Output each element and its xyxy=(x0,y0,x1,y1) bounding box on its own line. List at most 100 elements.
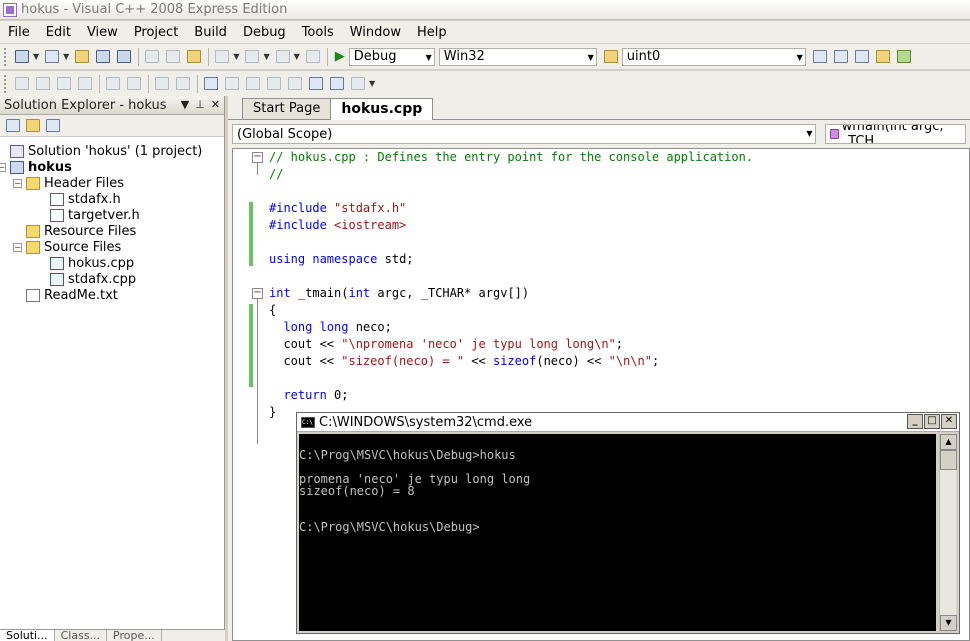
save-all-button[interactable] xyxy=(114,48,134,66)
pin-icon[interactable]: ⊥ xyxy=(195,98,205,111)
cut-button[interactable] xyxy=(142,48,162,66)
code-line[interactable]: int _tmain(int argc, _TCHAR* argv[]) xyxy=(269,285,753,302)
member-dropdown[interactable]: wmain(int argc, _TCH xyxy=(824,124,966,144)
scroll-thumb[interactable] xyxy=(940,450,957,470)
chevron-down-icon[interactable]: ▼ xyxy=(233,52,239,61)
next-bookmark-in-folder-button[interactable] xyxy=(285,75,305,93)
quick-info-button[interactable] xyxy=(54,75,74,93)
next-bookmark-in-doc-button[interactable] xyxy=(327,75,347,93)
code-line[interactable]: #include "stdafx.h" xyxy=(269,200,753,217)
uncomment-selection-button[interactable] xyxy=(173,75,193,93)
scroll-down-icon[interactable]: ▼ xyxy=(940,615,957,631)
collapse-icon[interactable]: − xyxy=(13,242,22,252)
tree-item[interactable]: hokus.cpp xyxy=(50,255,134,271)
chevron-down-icon[interactable]: ▼ xyxy=(263,52,269,61)
chevron-down-icon[interactable]: ▼ xyxy=(369,79,375,88)
find-combo[interactable]: uint0 ▼ xyxy=(621,47,806,66)
copy-button[interactable] xyxy=(163,48,183,66)
tab-start-page[interactable]: Start Page xyxy=(242,98,332,119)
add-item-button[interactable] xyxy=(42,48,62,66)
tree-item[interactable]: − Source Files xyxy=(13,239,121,255)
tree-item[interactable]: Solution 'hokus' (1 project) xyxy=(10,143,202,159)
find-in-files-button[interactable] xyxy=(601,48,621,66)
next-bookmark-button[interactable] xyxy=(243,75,263,93)
tree-item[interactable]: stdafx.cpp xyxy=(50,271,136,287)
tree-item[interactable]: ReadMe.txt xyxy=(26,287,118,303)
show-all-files-icon[interactable] xyxy=(26,119,40,132)
menu-project[interactable]: Project xyxy=(126,25,186,40)
code-line[interactable] xyxy=(269,370,753,387)
solution-explorer-button[interactable] xyxy=(810,48,830,66)
code-line[interactable]: return 0; xyxy=(269,387,753,404)
view-class-diagram-icon[interactable] xyxy=(46,119,60,132)
tree-item[interactable]: − hokus xyxy=(0,159,72,175)
console-scrollbar[interactable]: ▲ ▼ xyxy=(939,434,957,631)
console-title-bar[interactable]: C:\ C:\WINDOWS\system32\cmd.exe _ □ ✕ xyxy=(297,413,959,432)
tree-item[interactable]: targetver.h xyxy=(50,207,140,223)
redo-button[interactable] xyxy=(242,48,262,66)
solution-configuration-dropdown[interactable]: Debug ▼ xyxy=(348,47,435,66)
code-line[interactable] xyxy=(269,234,753,251)
window-position-icon[interactable]: ▼ xyxy=(181,98,189,111)
comment-selection-button[interactable] xyxy=(152,75,172,93)
scroll-up-icon[interactable]: ▲ xyxy=(940,434,957,450)
object-browser-button[interactable] xyxy=(852,48,872,66)
collapse-toggle[interactable]: − xyxy=(252,288,263,299)
close-button[interactable]: ✕ xyxy=(941,414,957,429)
code-text[interactable]: // hokus.cpp : Defines the entry point f… xyxy=(269,149,753,421)
new-project-button[interactable] xyxy=(12,48,32,66)
menu-window[interactable]: Window xyxy=(342,25,409,40)
toggle-bookmark-button[interactable] xyxy=(201,75,221,93)
code-line[interactable] xyxy=(269,183,753,200)
code-line[interactable]: #include <iostream> xyxy=(269,217,753,234)
previous-bookmark-button[interactable] xyxy=(222,75,242,93)
word-completion-button[interactable] xyxy=(75,75,95,93)
menu-file[interactable]: File xyxy=(0,25,38,40)
display-object-member-list-button[interactable] xyxy=(12,75,32,93)
start-page-button[interactable] xyxy=(894,48,914,66)
save-button[interactable] xyxy=(93,48,113,66)
chevron-down-icon[interactable]: ▼ xyxy=(63,52,69,61)
code-line[interactable]: // xyxy=(269,166,753,183)
increase-indent-button[interactable] xyxy=(124,75,144,93)
undo-button[interactable] xyxy=(212,48,232,66)
tab-property-manager[interactable]: Prope... xyxy=(107,630,162,641)
code-line[interactable]: cout << "\npromena 'neco' je typu long l… xyxy=(269,336,753,353)
navigate-backward-button[interactable] xyxy=(273,48,293,66)
tree-item[interactable]: stdafx.h xyxy=(50,191,121,207)
cmd-console-window[interactable]: C:\ C:\WINDOWS\system32\cmd.exe _ □ ✕ C:… xyxy=(296,412,960,634)
maximize-button[interactable]: □ xyxy=(924,414,940,429)
menu-edit[interactable]: Edit xyxy=(38,25,79,40)
properties-window-button[interactable] xyxy=(831,48,851,66)
code-line[interactable]: // hokus.cpp : Defines the entry point f… xyxy=(269,149,753,166)
paste-button[interactable] xyxy=(184,48,204,66)
start-debugging-icon[interactable]: ▶ xyxy=(335,49,345,64)
console-output[interactable]: C:\Prog\MSVC\hokus\Debug>hokus promena 'n… xyxy=(299,434,936,631)
menu-build[interactable]: Build xyxy=(186,25,235,40)
collapse-toggle[interactable]: − xyxy=(252,152,263,163)
collapse-icon[interactable]: − xyxy=(13,178,22,188)
toolbar-grip[interactable] xyxy=(4,47,8,66)
toolbox-button[interactable] xyxy=(873,48,893,66)
close-icon[interactable]: ✕ xyxy=(211,98,220,111)
toolbar-grip[interactable] xyxy=(4,74,8,93)
code-line[interactable]: using namespace std; xyxy=(269,251,753,268)
menu-tools[interactable]: Tools xyxy=(294,25,342,40)
parameter-info-button[interactable] xyxy=(33,75,53,93)
tab-class-view[interactable]: Class... xyxy=(55,630,108,641)
scope-dropdown[interactable]: (Global Scope) ▼ xyxy=(232,124,816,144)
tree-item[interactable]: Resource Files xyxy=(26,223,136,239)
previous-bookmark-in-doc-button[interactable] xyxy=(306,75,326,93)
chevron-down-icon[interactable]: ▼ xyxy=(33,52,39,61)
code-line[interactable]: long long neco; xyxy=(269,319,753,336)
menu-view[interactable]: View xyxy=(79,25,126,40)
minimize-button[interactable]: _ xyxy=(907,414,923,429)
open-file-button[interactable] xyxy=(72,48,92,66)
navigate-forward-button[interactable] xyxy=(303,48,323,66)
code-line[interactable] xyxy=(269,268,753,285)
collapse-icon[interactable]: − xyxy=(0,162,6,172)
tab-hokus-cpp[interactable]: hokus.cpp xyxy=(330,98,434,120)
menu-debug[interactable]: Debug xyxy=(235,25,294,40)
previous-bookmark-in-folder-button[interactable] xyxy=(264,75,284,93)
clear-bookmarks-button[interactable] xyxy=(348,75,368,93)
